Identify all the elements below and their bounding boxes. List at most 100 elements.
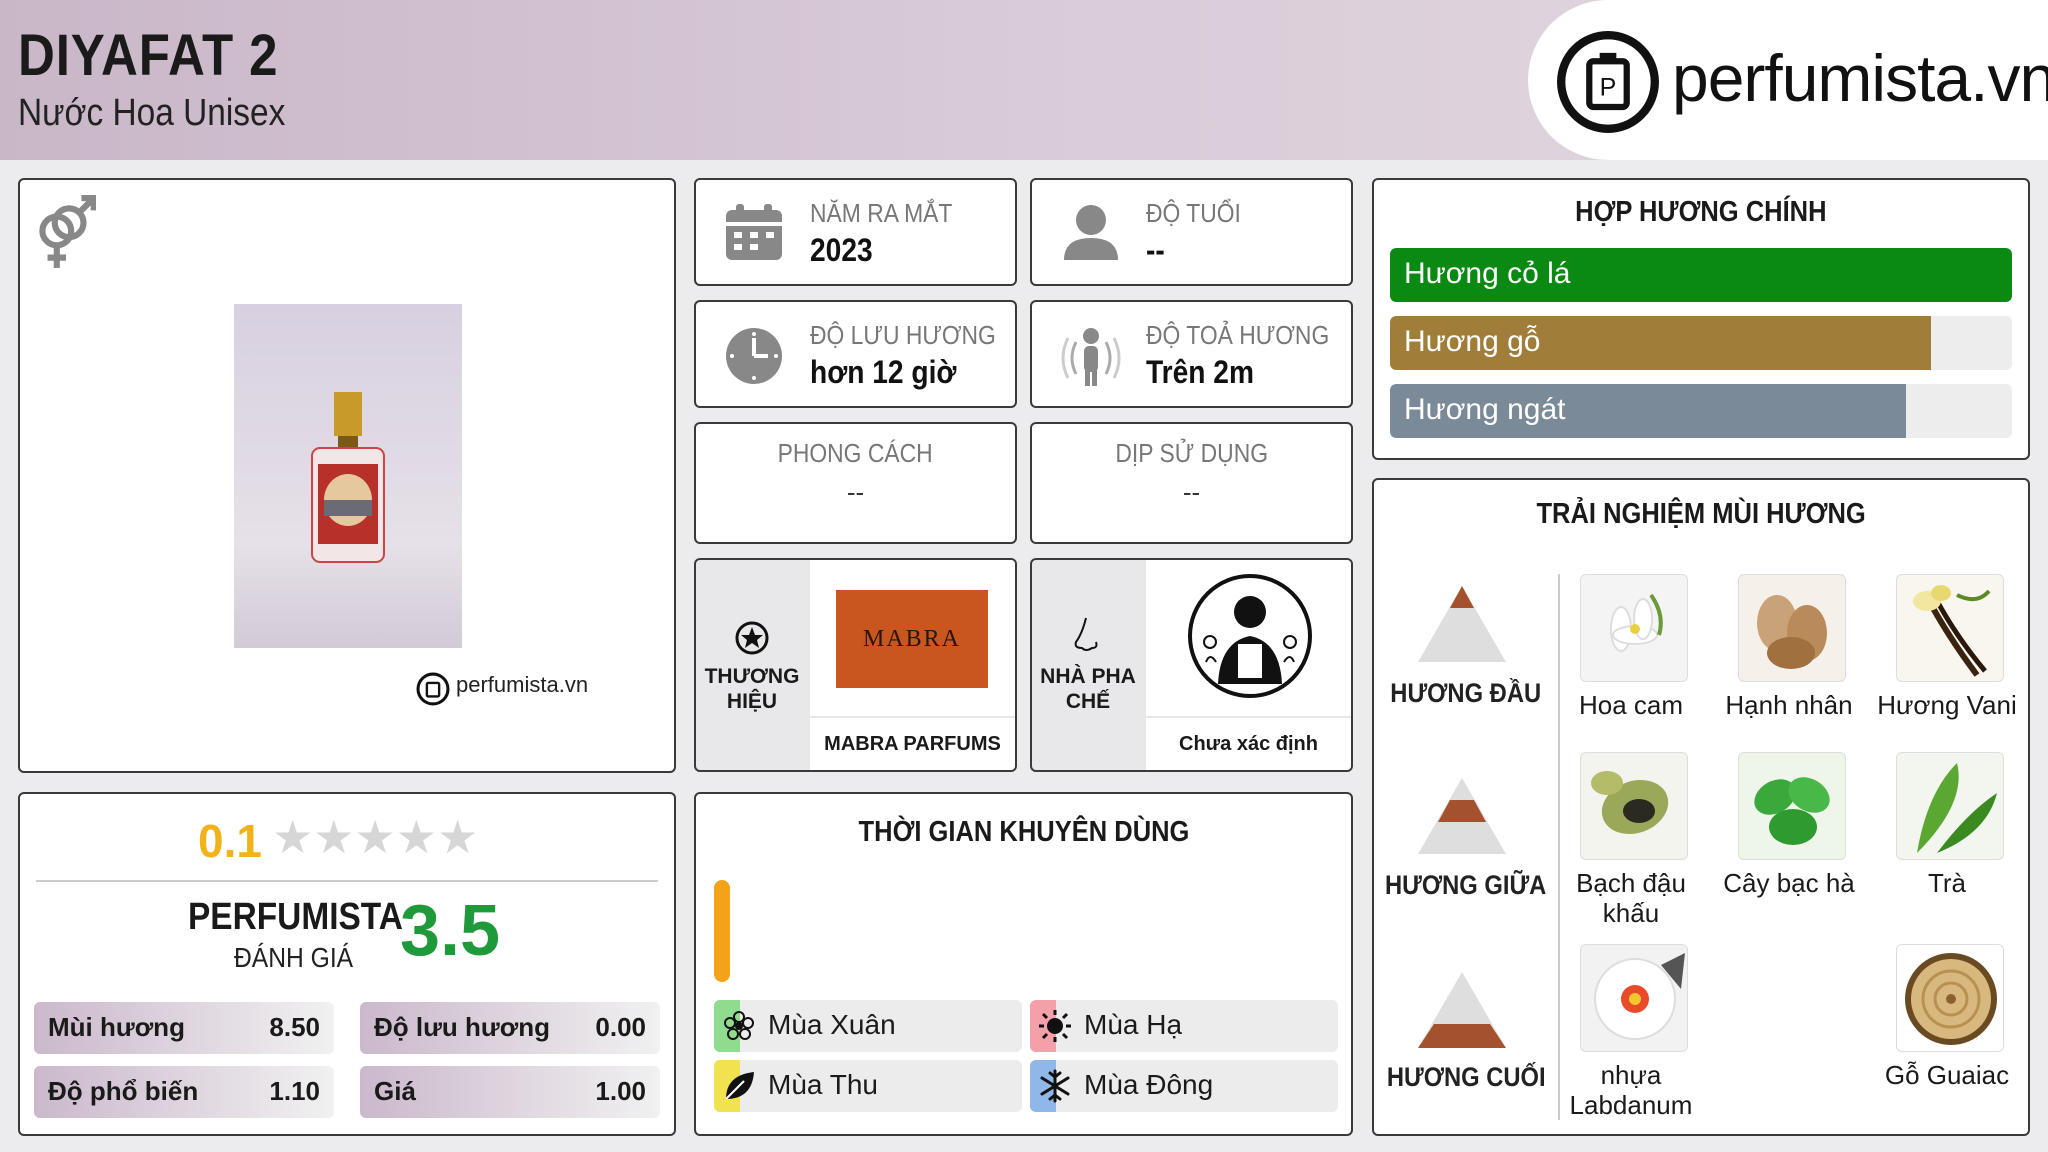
occasion-card: DỊP SỬ DỤNG --: [1030, 422, 1353, 544]
note-label: Hương Vani: [1877, 690, 2017, 720]
brand-card[interactable]: THƯƠNG HIỆU MABRA MABRA PARFUMS: [694, 558, 1017, 772]
metric-value: 0.00: [595, 1012, 646, 1042]
snowflake-icon: [1040, 1069, 1070, 1103]
note-label: Hạnh nhân: [1725, 690, 1853, 720]
perfumer-label: NHÀ PHA CHẾ: [1040, 665, 1136, 713]
clock-icon: [726, 328, 782, 384]
rating-star-icon: ★: [272, 811, 314, 863]
rating-star-icon: ★: [437, 811, 479, 863]
rating-star-icon: ★: [313, 811, 355, 863]
accord-label: Hương ngát: [1404, 393, 1566, 426]
sillage-card: ĐỘ TOẢ HƯƠNG Trên 2m: [1030, 300, 1353, 408]
sillage-label: ĐỘ TOẢ HƯƠNG: [1146, 320, 1330, 350]
cardamom-icon: [1591, 771, 1669, 835]
notes-card: TRẢI NGHIỆM MÙI HƯƠNG HƯƠNG ĐẦU HƯƠNG GI…: [1372, 478, 2030, 1136]
day-time-bar: [714, 880, 730, 982]
vanilla-icon: [1913, 585, 1991, 677]
season-name: Mùa Đông: [1084, 1069, 1214, 1100]
time-title: THỜI GIAN KHUYÊN DÙNG: [858, 816, 1189, 848]
season-autumn: Mùa Thu: [714, 1060, 1022, 1112]
note-label: Hoa cam: [1578, 690, 1684, 720]
orange-blossom-icon: [1610, 593, 1663, 652]
accord-bar-1: Hương cỏ lá: [1390, 248, 2012, 302]
middle-notes-label: HƯƠNG GIỮA: [1385, 870, 1547, 900]
note-label: Cây bạc hà: [1723, 868, 1855, 898]
brand-logo-area: MABRA: [810, 560, 1015, 716]
perfumista-logo-icon: P: [1557, 31, 1659, 133]
sillage-person-icon: [1061, 328, 1121, 386]
note-label: nhựa Labdanum: [1569, 1060, 1693, 1120]
accord-bar-3: Hương ngát: [1390, 384, 2012, 438]
sun-icon: [1039, 1010, 1071, 1042]
labdanum-flower-icon: [1594, 953, 1685, 1040]
user-score: 0.1: [198, 815, 262, 867]
metric-label: Giá: [374, 1076, 416, 1106]
rating-card: 0.1 ★★★★★ PERFUMISTA ĐÁNH GIÁ 3.5 Mùi hư…: [18, 792, 676, 1136]
note-image-tea[interactable]: [1896, 752, 2004, 860]
product-image-card: perfumista.vn: [18, 178, 676, 773]
perfumer-card[interactable]: NHÀ PHA CHẾ Chưa xác định: [1030, 558, 1353, 772]
note-label: Bạch đậu khấu: [1576, 868, 1686, 928]
season-spring: Mùa Xuân: [714, 1000, 1022, 1052]
perfume-title: DIYAFAT 2: [18, 23, 279, 88]
note-image-orange-blossom[interactable]: [1580, 574, 1688, 682]
mint-icon: [1754, 777, 1830, 845]
season-name: Mùa Thu: [768, 1069, 878, 1100]
rating-divider: [36, 880, 658, 882]
age-card: ĐỘ TUỔI --: [1030, 178, 1353, 286]
note-image-labdanum[interactable]: [1580, 944, 1688, 1052]
style-label: PHONG CÁCH: [777, 438, 934, 468]
top-notes-label: HƯƠNG ĐẦU: [1390, 678, 1542, 708]
brand-logo: MABRA: [836, 590, 988, 688]
release-value: 2023: [810, 232, 873, 268]
release-year-card: NĂM RA MẮT 2023: [694, 178, 1017, 286]
age-value: --: [1146, 232, 1165, 268]
metric-value: 8.50: [269, 1012, 320, 1042]
watermark-text: perfumista.vn: [456, 672, 589, 697]
metric-popularity: Độ phổ biến 1.10: [34, 1066, 334, 1118]
note-image-almond[interactable]: [1738, 574, 1846, 682]
product-photo: [234, 304, 462, 648]
perfume-subtitle: Nước Hoa Unisex: [18, 92, 286, 134]
accord-label: Hương cỏ lá: [1404, 257, 1571, 290]
recommended-time-card: THỜI GIAN KHUYÊN DÙNG Mùa Xuân Mùa Hạ Mù…: [694, 792, 1353, 1136]
logo-text: perfumista.vn: [1672, 41, 2048, 115]
longevity-card: ĐỘ LƯU HƯƠNG hơn 12 giờ: [694, 300, 1017, 408]
metric-longevity: Độ lưu hương 0.00: [360, 1002, 660, 1054]
brand-label: THƯƠNG HIỆU: [704, 665, 800, 713]
metric-label: Độ phổ biến: [48, 1076, 199, 1106]
sillage-value: Trên 2m: [1146, 354, 1254, 390]
brand-name: MABRA PARFUMS: [810, 718, 1015, 770]
release-label: NĂM RA MẮT: [810, 198, 953, 228]
rating-stars: ★★★★★: [272, 814, 478, 860]
metric-value: 1.00: [595, 1076, 646, 1106]
main-score: 3.5: [400, 891, 501, 971]
longevity-value: hơn 12 giờ: [810, 354, 957, 390]
accord-label: Hương gỗ: [1404, 325, 1541, 358]
person-icon: [1064, 205, 1118, 260]
almond-icon: [1757, 595, 1827, 669]
rating-star-icon: ★: [354, 811, 396, 863]
season-name: Mùa Xuân: [768, 1009, 896, 1040]
tea-leaf-icon: [1917, 763, 1997, 853]
spring-flower-icon: [724, 1011, 754, 1040]
metric-label: Độ lưu hương: [374, 1012, 550, 1042]
note-label: Gỗ Guaiac: [1884, 1060, 2010, 1090]
perfume-bottle-icon: [311, 392, 385, 563]
note-image-mint[interactable]: [1738, 752, 1846, 860]
notes-divider: [1558, 574, 1560, 1120]
calendar-icon: [726, 204, 782, 260]
notes-title: TRẢI NGHIỆM MÙI HƯƠNG: [1536, 498, 1866, 530]
accords-title: HỢP HƯƠNG CHÍNH: [1575, 196, 1827, 228]
star-badge-icon: [735, 621, 769, 655]
note-image-guaiac-wood[interactable]: [1896, 944, 2004, 1052]
metric-price: Giá 1.00: [360, 1066, 660, 1118]
perfumer-name: Chưa xác định: [1146, 718, 1351, 770]
longevity-label: ĐỘ LƯU HƯƠNG: [810, 320, 996, 350]
age-label: ĐỘ TUỔI: [1146, 198, 1241, 228]
watermark-logo-icon: [416, 672, 450, 706]
note-image-vanilla[interactable]: [1896, 574, 2004, 682]
note-image-cardamom[interactable]: [1580, 752, 1688, 860]
metric-label: Mùi hương: [48, 1012, 185, 1042]
top-notes-pyramid-icon: [1418, 586, 1506, 662]
